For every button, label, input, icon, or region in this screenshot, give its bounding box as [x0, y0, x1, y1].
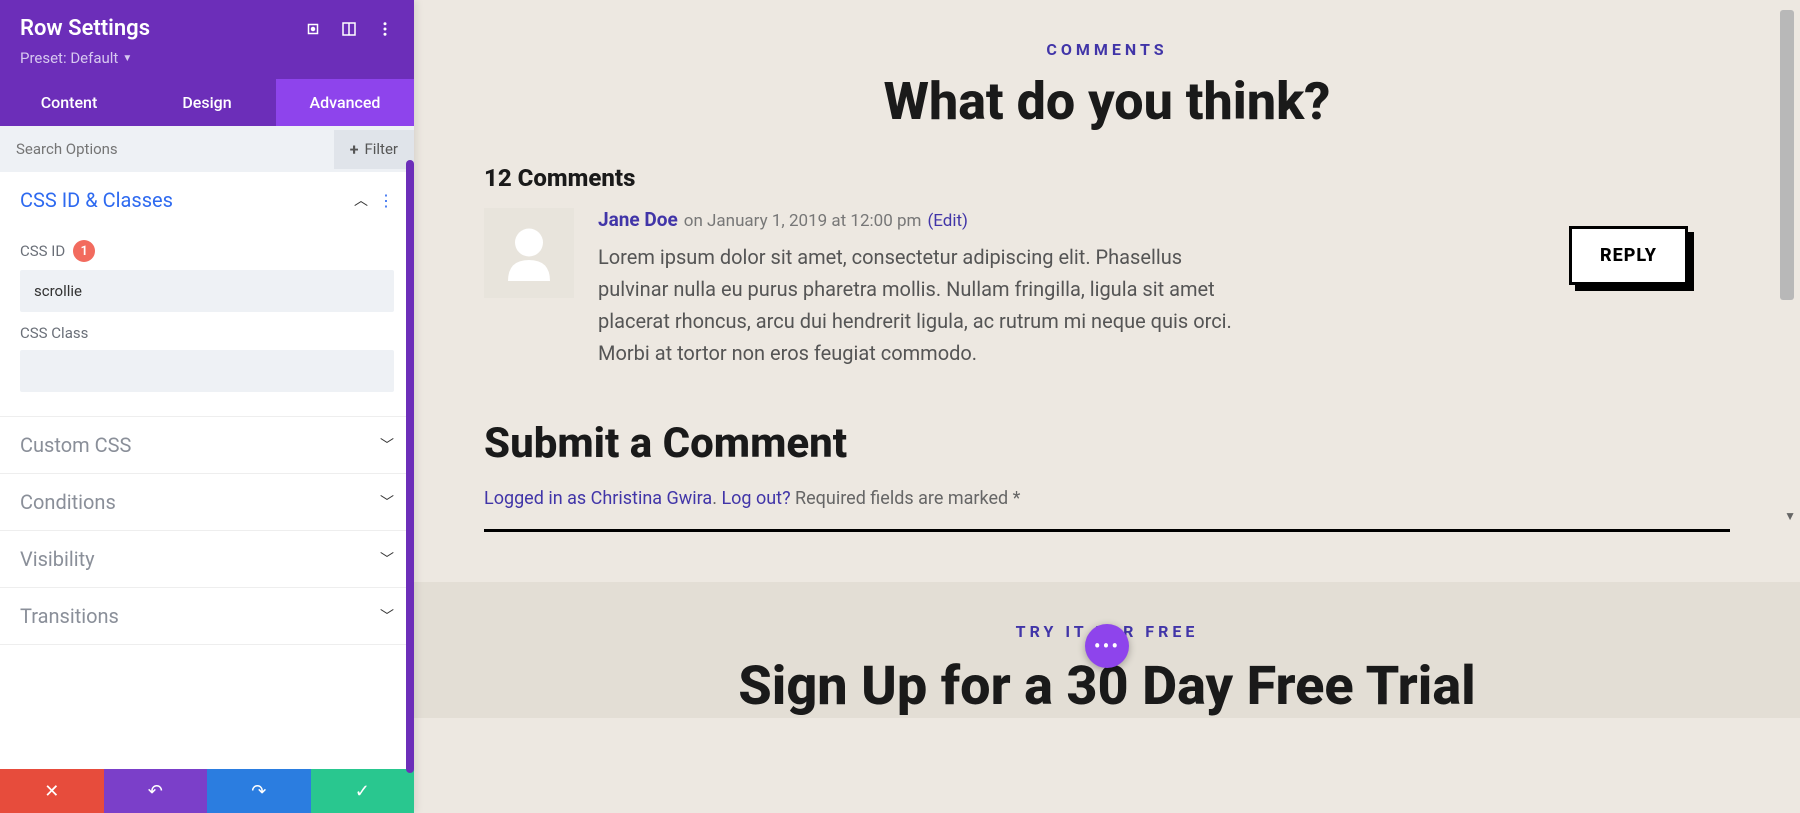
tab-design[interactable]: Design: [138, 79, 276, 126]
required-text: Required fields are marked *: [791, 488, 1021, 509]
sidebar-header: Row Settings Preset: Default ▼: [0, 0, 414, 79]
section-css-id-classes: CSS ID & Classes ︿ ⋮ CSS ID 1 CSS Class: [0, 172, 414, 417]
section-title: Custom CSS: [20, 433, 131, 457]
section-header-customcss[interactable]: Custom CSS ﹀: [0, 417, 414, 473]
tab-advanced[interactable]: Advanced: [276, 79, 414, 126]
caret-down-icon: ▼: [122, 53, 132, 64]
plus-icon: +: [350, 140, 359, 159]
submit-meta: Logged in as Christina Gwira. Log out? R…: [484, 488, 1730, 509]
preview-scrollbar[interactable]: [1780, 10, 1794, 300]
comment-text: Lorem ipsum dolor sit amet, consectetur …: [598, 241, 1238, 369]
section-transitions: Transitions ﹀: [0, 588, 414, 645]
chevron-up-icon: ︿: [354, 190, 368, 210]
save-button[interactable]: ✓: [311, 769, 415, 813]
section-title: CSS ID & Classes: [20, 188, 173, 212]
css-id-label-row: CSS ID 1: [20, 240, 394, 262]
undo-button[interactable]: ↶: [104, 769, 208, 813]
close-button[interactable]: ✕: [0, 769, 104, 813]
preset-selector[interactable]: Preset: Default ▼: [20, 49, 132, 67]
css-id-input[interactable]: [20, 270, 394, 312]
css-class-input[interactable]: [20, 350, 394, 392]
section-custom-css: Custom CSS ﹀: [0, 417, 414, 474]
comments-eyebrow: COMMENTS: [484, 40, 1730, 59]
sidebar-scrollbar[interactable]: [406, 160, 414, 773]
comment-meta: on January 1, 2019 at 12:00 pm: [684, 211, 922, 231]
tab-content[interactable]: Content: [0, 79, 138, 126]
chevron-down-icon: ﹀: [380, 606, 394, 626]
section-kebab-icon[interactable]: ⋮: [378, 191, 394, 210]
tabs-row: Content Design Advanced: [0, 79, 414, 126]
section-header-conditions[interactable]: Conditions ﹀: [0, 474, 414, 530]
section-header-transitions[interactable]: Transitions ﹀: [0, 588, 414, 644]
preset-label: Preset: Default: [20, 49, 118, 67]
chevron-down-icon: ﹀: [380, 549, 394, 569]
section-title: Transitions: [20, 604, 119, 628]
comment-author[interactable]: Jane Doe: [598, 208, 678, 231]
filter-button[interactable]: + Filter: [334, 130, 414, 169]
search-row: + Filter: [0, 126, 414, 172]
panel-title: Row Settings: [20, 16, 150, 41]
submit-heading: Submit a Comment: [484, 419, 1730, 468]
comment-edit-link[interactable]: (Edit): [927, 211, 968, 231]
filter-label: Filter: [364, 140, 398, 158]
section-conditions: Conditions ﹀: [0, 474, 414, 531]
comments-count: 12 Comments: [484, 164, 1730, 192]
preview-caret-down-icon[interactable]: ▼: [1784, 509, 1796, 523]
css-id-badge: 1: [73, 240, 95, 262]
avatar: [484, 208, 574, 298]
section-header-visibility[interactable]: Visibility ﹀: [0, 531, 414, 587]
search-input[interactable]: [0, 126, 334, 172]
comments-heading: What do you think?: [484, 71, 1730, 132]
settings-sidebar: Row Settings Preset: Default ▼ Content D…: [0, 0, 414, 813]
section-title: Conditions: [20, 490, 116, 514]
section-header-css[interactable]: CSS ID & Classes ︿ ⋮: [0, 172, 414, 228]
logout-link[interactable]: Log out?: [721, 488, 790, 509]
preview-pane: COMMENTS What do you think? 12 Comments …: [414, 0, 1800, 813]
footer-actions: ✕ ↶ ↷ ✓: [0, 769, 414, 813]
section-visibility: Visibility ﹀: [0, 531, 414, 588]
panel-body: CSS ID & Classes ︿ ⋮ CSS ID 1 CSS Class …: [0, 172, 414, 769]
fab-more-button[interactable]: •••: [1085, 624, 1129, 668]
css-class-label: CSS Class: [20, 324, 394, 342]
section-title: Visibility: [20, 547, 95, 571]
logged-in-link[interactable]: Logged in as Christina Gwira: [484, 488, 712, 509]
expand-icon[interactable]: [304, 20, 322, 38]
kebab-icon[interactable]: [376, 20, 394, 38]
css-id-label: CSS ID: [20, 242, 65, 260]
comment-item: Jane Doe on January 1, 2019 at 12:00 pm …: [484, 208, 1730, 369]
chevron-down-icon: ﹀: [380, 435, 394, 455]
chevron-down-icon: ﹀: [380, 492, 394, 512]
responsive-icon[interactable]: [340, 20, 358, 38]
reply-button[interactable]: REPLY: [1569, 226, 1688, 285]
dots-icon: •••: [1094, 634, 1120, 658]
redo-button[interactable]: ↷: [207, 769, 311, 813]
comment-textarea-top[interactable]: [484, 529, 1730, 532]
